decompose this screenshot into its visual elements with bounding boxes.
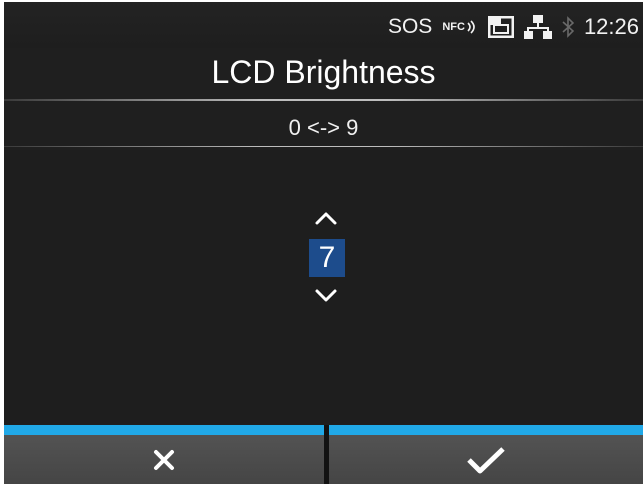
value-spinner[interactable]: 7	[306, 210, 346, 304]
close-icon	[154, 449, 174, 470]
chevron-down-icon[interactable]	[314, 288, 338, 304]
confirm-accent-bar	[329, 425, 643, 435]
clock: 12:26	[583, 14, 639, 39]
range-label: 0 <-> 9	[288, 115, 359, 140]
confirm-button[interactable]	[329, 435, 643, 484]
range-divider	[4, 146, 643, 147]
brightness-value[interactable]: 7	[309, 239, 345, 277]
sd-card-icon	[487, 16, 514, 38]
page-title: LCD Brightness	[211, 54, 436, 90]
nfc-label: NFC	[442, 21, 465, 33]
checkmark-icon	[467, 446, 505, 473]
cancel-accent-bar	[4, 425, 324, 435]
status-icons: SOS NFC 12:26	[388, 14, 639, 40]
sos-indicator: SOS	[387, 15, 433, 38]
nfc-icon: NFC	[442, 20, 478, 34]
title-divider	[4, 99, 643, 101]
status-bar: SOS NFC 12:26	[4, 2, 643, 48]
network-icon	[523, 15, 552, 39]
nfc-wave-icon	[467, 20, 475, 34]
cancel-button[interactable]	[4, 435, 324, 484]
lcd-screen: SOS NFC 12:26 LCD Brightness 0 <-> 9 7	[4, 2, 643, 484]
bluetooth-icon	[562, 16, 574, 38]
chevron-up-icon[interactable]	[314, 210, 338, 226]
